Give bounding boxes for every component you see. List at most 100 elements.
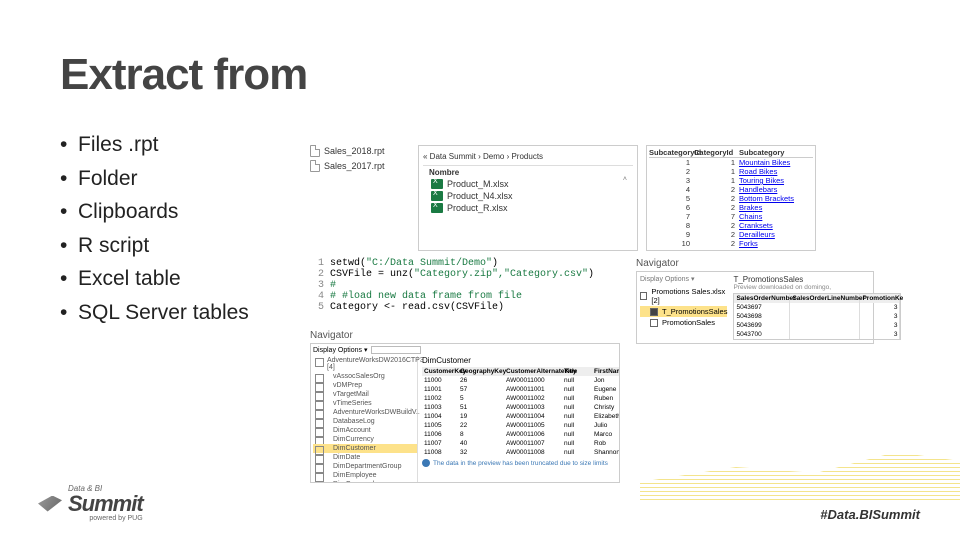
file-name: Product_R.xlsx: [447, 203, 508, 213]
promo-header: SalesOrderNumber SalesOrderLineNumber Pr…: [734, 294, 900, 303]
file-item: Sales_2018.rpt: [310, 145, 410, 157]
excel-icon: [431, 203, 443, 213]
item-label: T_PromotionsSales: [662, 307, 727, 316]
folder-item: Product_N4.xlsx: [423, 191, 633, 201]
table-row: 77Chains: [649, 212, 813, 221]
promo-title: T_PromotionsSales: [733, 275, 901, 284]
file-icon: [310, 145, 320, 157]
wing-icon: [38, 496, 62, 512]
checkbox[interactable]: [650, 319, 658, 327]
promo-sub: Preview downloaded on domingo,: [733, 284, 901, 291]
breadcrumb: « Data Summit › Demo › Products: [423, 150, 633, 166]
tree-item[interactable]: DimGeography: [313, 480, 417, 483]
table-row: 42Handlebars: [649, 185, 813, 194]
name-header: Nombre: [429, 168, 633, 177]
file-name: Product_M.xlsx: [447, 179, 509, 189]
col-header: SubcategoryId: [649, 148, 694, 157]
hashtag: #Data.BISummit: [820, 507, 920, 522]
excel-icon: [431, 179, 443, 189]
tree-item[interactable]: DimCustomer: [313, 444, 417, 453]
preview-note: The data in the preview has been truncat…: [422, 459, 620, 467]
tree-item[interactable]: vTimeSeries: [313, 399, 417, 408]
grid-row: 50437003: [734, 330, 900, 339]
folder-item: Product_R.xlsx: [423, 203, 633, 213]
navigator-panel-excel: Navigator Display Options ▾ Promotions S…: [636, 258, 874, 344]
display-options: Display Options ▾: [313, 346, 367, 354]
file-name: Product_N4.xlsx: [447, 191, 513, 201]
col-header: CategoryId: [694, 148, 739, 157]
tree-item[interactable]: DimDepartmentGroup: [313, 462, 417, 471]
table-header: SubcategoryId CategoryId Subcategory: [649, 148, 813, 158]
navigator-title: Navigator: [310, 330, 620, 341]
summit-logo: Data & BI Summit powered by PUG: [38, 485, 143, 522]
tree-item[interactable]: vTargetMail: [313, 390, 417, 399]
code-line: 5Category <- read.csv(CSVFile): [310, 302, 630, 313]
tree-root: AdventureWorksDW2016CTP3 [4]: [313, 356, 417, 372]
folder-panel: « Data Summit › Demo › Products Nombre ˄…: [418, 145, 638, 251]
grid-row: 1100157AW00011001nullEugeneL: [422, 385, 620, 394]
chevron-up-icon: ˄: [623, 176, 627, 183]
col-header: SalesOrderLineNumber: [790, 294, 860, 303]
promo-grid: SalesOrderNumber SalesOrderLineNumber Pr…: [733, 293, 901, 340]
code-line: 2CSVFile = unz("Category.zip","Category.…: [310, 269, 630, 280]
decorative-wave: [640, 440, 960, 500]
tree-item[interactable]: DimCurrency: [313, 435, 417, 444]
data-preview: DimCustomer CustomerKeyGeographyKeyCusto…: [418, 356, 620, 483]
display-options: Display Options ▾: [640, 275, 727, 283]
slide-title: Extract from: [60, 50, 900, 100]
grid-row: 1100832AW00011008nullShannonC: [422, 448, 620, 457]
file-item: Sales_2017.rpt: [310, 160, 410, 172]
table-row: 52Bottom Brackets: [649, 194, 813, 203]
grid-row: 50436973: [734, 303, 900, 312]
tree-item[interactable]: vAssocSalesOrg: [313, 372, 417, 381]
file-name: Sales_2017.rpt: [324, 161, 385, 171]
table-row: 92Derailleurs: [649, 230, 813, 239]
table-row: 82Cranksets: [649, 221, 813, 230]
tree-item[interactable]: DimDate: [313, 453, 417, 462]
grid-row: 50436983: [734, 312, 900, 321]
code-line: 4# #load new data frame from file: [310, 291, 630, 302]
grid-row: 1100419AW00011004nullElizabethnu: [422, 412, 620, 421]
tree-item[interactable]: DimEmployee: [313, 471, 417, 480]
grid-row: 1100026AW00011000nullJonV: [422, 376, 620, 385]
search-input[interactable]: [371, 346, 421, 354]
grid-row: 1100522AW00011005nullJulionu: [422, 421, 620, 430]
tree-item[interactable]: DimAccount: [313, 426, 417, 435]
table-row: 62Brakes: [649, 203, 813, 212]
navigator-panel-db: Navigator Display Options ▾ AdventureWor…: [310, 330, 620, 483]
tree-item[interactable]: vDMPrep: [313, 381, 417, 390]
tree-item[interactable]: DatabaseLog: [313, 417, 417, 426]
grid-row: 110068AW00011006nullMarconu: [422, 430, 620, 439]
folder-item: Product_M.xlsx: [423, 179, 633, 189]
nav-item: PromotionSales: [640, 317, 727, 328]
file-list: Sales_2018.rpt Sales_2017.rpt: [310, 145, 410, 251]
r-script: 1setwd("C:/Data Summit/Demo")2CSVFile = …: [310, 258, 630, 313]
table-row: 21Road Bikes: [649, 167, 813, 176]
checkbox[interactable]: [640, 292, 647, 300]
grid-row: 1100740AW00011007nullRobnu: [422, 439, 620, 448]
grid-row: 50436993: [734, 321, 900, 330]
table-row: 31Touring Bikes: [649, 176, 813, 185]
grid-header: CustomerKeyGeographyKeyCustomerAlternate…: [422, 367, 620, 376]
file-name: Sales_2018.rpt: [324, 146, 385, 156]
subcategory-table: SubcategoryId CategoryId Subcategory 11M…: [646, 145, 816, 251]
col-header: PromotionKe: [860, 294, 900, 303]
logo-sub: powered by PUG: [68, 515, 143, 522]
tree-item[interactable]: AdventureWorksDWBuildV..: [313, 408, 417, 417]
col-header: SalesOrderNumber: [734, 294, 790, 303]
logo-main: Summit: [68, 493, 143, 515]
file-icon: [310, 160, 320, 172]
grid-row: 1100351AW00011003nullChristynu: [422, 403, 620, 412]
excel-icon: [431, 191, 443, 201]
code-line: 1setwd("C:/Data Summit/Demo"): [310, 258, 630, 269]
db-tree: AdventureWorksDW2016CTP3 [4] vAssocSales…: [313, 356, 418, 483]
grid-row: 110025AW00011002nullRubennu: [422, 394, 620, 403]
nav-item: T_PromotionsSales: [640, 306, 727, 317]
nav-item: Promotions Sales.xlsx [2]: [640, 286, 727, 306]
col-header: Subcategory: [739, 148, 813, 157]
table-row: 102Forks: [649, 239, 813, 248]
navigator-title: Navigator: [636, 258, 874, 269]
checkbox-checked[interactable]: [650, 308, 658, 316]
table-row: 11Mountain Bikes: [649, 158, 813, 167]
item-label: PromotionSales: [662, 318, 715, 327]
